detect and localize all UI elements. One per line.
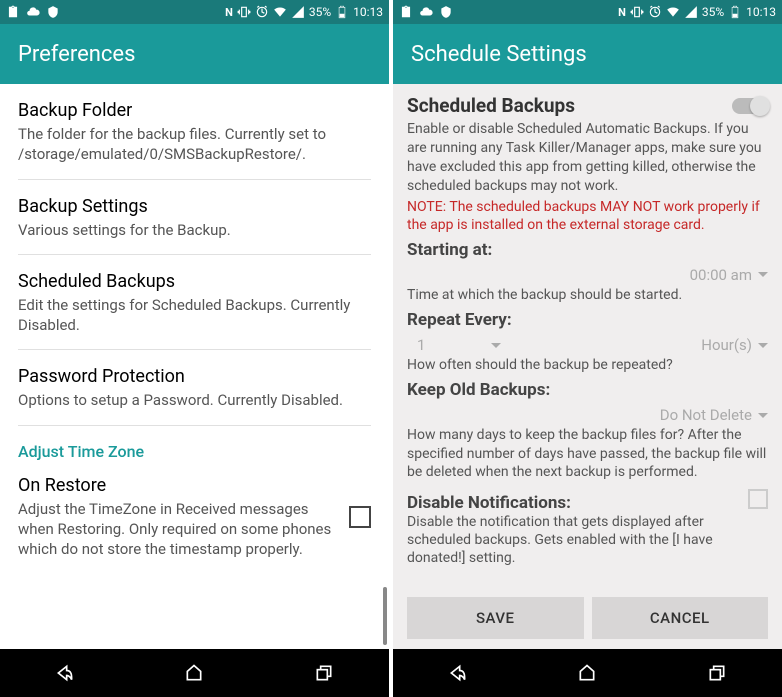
cloud-icon	[419, 5, 433, 19]
clipboard-icon	[6, 5, 20, 19]
checkbox-on-restore[interactable]	[349, 506, 371, 528]
category-adjust-timezone: Adjust Time Zone	[0, 426, 389, 467]
chevron-down-icon	[758, 343, 768, 348]
scroll-indicator[interactable]	[383, 587, 387, 645]
shield-icon	[46, 5, 60, 19]
chevron-down-icon	[758, 413, 768, 418]
pref-title: On Restore	[18, 475, 339, 496]
recent-apps-button[interactable]	[706, 662, 728, 684]
starting-at-value-row[interactable]: 00:00 am	[407, 260, 768, 286]
scheduled-backups-title: Scheduled Backups	[407, 94, 575, 117]
nav-bar	[393, 649, 782, 697]
save-button[interactable]: SAVE	[407, 597, 584, 639]
page-title: Schedule Settings	[411, 42, 587, 67]
chevron-down-icon	[758, 272, 768, 277]
repeat-helper: How often should the backup be repeated?	[407, 356, 768, 374]
nav-bar	[0, 649, 389, 697]
preferences-list[interactable]: Backup Folder The folder for the backup …	[0, 84, 389, 649]
status-bar: N 35% 10:13	[0, 0, 389, 24]
status-time: 10:13	[353, 5, 383, 19]
keep-value: Do Not Delete	[660, 406, 752, 424]
back-button[interactable]	[447, 662, 469, 684]
page-title: Preferences	[18, 42, 135, 67]
repeat-unit: Hour(s)	[701, 336, 752, 354]
keep-value-row[interactable]: Do Not Delete	[407, 400, 768, 426]
pref-summary: The folder for the backup files. Current…	[18, 124, 371, 165]
notif-checkbox[interactable]	[748, 489, 768, 509]
notif-label: Disable Notifications:	[407, 493, 748, 513]
vibrate-icon	[237, 5, 251, 19]
pref-summary: Edit the settings for Scheduled Backups.…	[18, 295, 371, 336]
battery-percent: 35%	[702, 5, 724, 19]
repeat-label: Repeat Every:	[407, 310, 768, 330]
battery-icon	[335, 5, 349, 19]
starting-at-value: 00:00 am	[690, 266, 752, 284]
scheduled-backups-note: NOTE: The scheduled backups MAY NOT work…	[407, 198, 768, 234]
pref-summary: Various settings for the Backup.	[18, 220, 371, 240]
back-button[interactable]	[54, 662, 76, 684]
switch-knob	[750, 96, 770, 116]
nfc-icon: N	[225, 6, 233, 19]
pref-on-restore[interactable]: On Restore Adjust the TimeZone in Receiv…	[0, 467, 389, 574]
keep-label: Keep Old Backups:	[407, 380, 768, 400]
cancel-button[interactable]: CANCEL	[592, 597, 769, 639]
phone-right: N 35% 10:13 Schedule Settings Scheduled …	[393, 0, 782, 697]
shield-icon	[439, 5, 453, 19]
alarm-icon	[255, 5, 269, 19]
pref-summary: Options to setup a Password. Currently D…	[18, 390, 371, 410]
scheduled-backups-desc: Enable or disable Scheduled Automatic Ba…	[407, 120, 768, 196]
pref-scheduled-backups[interactable]: Scheduled Backups Edit the settings for …	[0, 255, 389, 350]
pref-title: Backup Folder	[18, 100, 371, 121]
alarm-icon	[648, 5, 662, 19]
battery-percent: 35%	[309, 5, 331, 19]
pref-backup-settings[interactable]: Backup Settings Various settings for the…	[0, 180, 389, 254]
scheduled-backups-heading: Scheduled Backups	[407, 94, 768, 117]
signal-icon	[684, 5, 698, 19]
recent-apps-button[interactable]	[313, 662, 335, 684]
home-button[interactable]	[576, 662, 598, 684]
keep-helper: How many days to keep the backup files f…	[407, 426, 768, 481]
home-button[interactable]	[183, 662, 205, 684]
wifi-icon	[273, 5, 287, 19]
starting-at-helper: Time at which the backup should be start…	[407, 286, 768, 304]
button-row: SAVE CANCEL	[407, 587, 768, 649]
chevron-down-icon	[491, 343, 501, 348]
repeat-value-row[interactable]: 1 Hour(s)	[407, 330, 768, 356]
pref-summary: Adjust the TimeZone in Received messages…	[18, 499, 339, 560]
notif-helper: Disable the notification that gets displ…	[407, 513, 768, 568]
pref-title: Backup Settings	[18, 196, 371, 217]
status-bar: N 35% 10:13	[393, 0, 782, 24]
repeat-count: 1	[417, 336, 425, 354]
wifi-icon	[666, 5, 680, 19]
nfc-icon: N	[618, 6, 626, 19]
vibrate-icon	[630, 5, 644, 19]
action-bar-left: Preferences	[0, 24, 389, 84]
pref-title: Scheduled Backups	[18, 271, 371, 292]
starting-at-label: Starting at:	[407, 240, 768, 260]
action-bar-right: Schedule Settings	[393, 24, 782, 84]
scheduled-backups-switch[interactable]	[732, 98, 768, 114]
battery-icon	[728, 5, 742, 19]
phone-left: N 35% 10:13 Preferences Backup Folder Th…	[0, 0, 389, 697]
schedule-settings: Scheduled Backups Enable or disable Sche…	[393, 84, 782, 649]
cloud-icon	[26, 5, 40, 19]
pref-title: Password Protection	[18, 366, 371, 387]
pref-backup-folder[interactable]: Backup Folder The folder for the backup …	[0, 84, 389, 179]
clipboard-icon	[399, 5, 413, 19]
status-time: 10:13	[746, 5, 776, 19]
signal-icon	[291, 5, 305, 19]
pref-password-protection[interactable]: Password Protection Options to setup a P…	[0, 350, 389, 424]
